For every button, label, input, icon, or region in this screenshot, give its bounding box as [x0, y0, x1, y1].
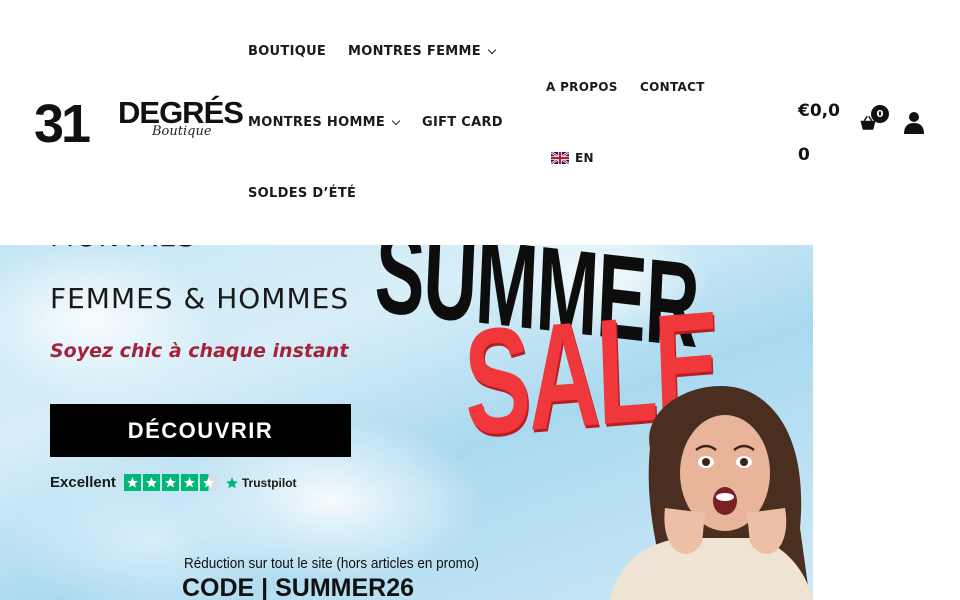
star-half-icon — [199, 474, 217, 491]
nav-a-propos[interactable]: A PROPOS — [546, 80, 618, 94]
nav-label: A PROPOS — [546, 80, 618, 94]
rating-label: Excellent — [50, 474, 116, 491]
cart-total[interactable]: €0,00 — [798, 89, 848, 177]
user-icon[interactable] — [902, 110, 926, 134]
cart-button[interactable]: 0 — [859, 105, 893, 133]
site-logo[interactable]: 31 DEGRÉS Boutique — [34, 94, 244, 154]
promo-note: Réduction sur tout le site (hors article… — [184, 555, 479, 572]
trustpilot-rating[interactable]: Excellent Trustpilot — [50, 474, 297, 491]
language-switcher[interactable]: EN — [551, 151, 594, 165]
star-icon — [142, 474, 160, 491]
nav-label: MONTRES HOMME — [248, 115, 386, 130]
star-icon — [180, 474, 198, 491]
rating-stars — [123, 474, 217, 491]
hero-title: FEMMES & HOMMES — [50, 282, 350, 315]
trustpilot-logo: Trustpilot — [225, 476, 297, 490]
nav-label: SOLDES D’ÉTÉ — [248, 186, 357, 201]
star-icon — [161, 474, 179, 491]
nav-label: BOUTIQUE — [248, 44, 327, 59]
trustpilot-star-icon — [226, 476, 238, 488]
trustpilot-brand: Trustpilot — [241, 475, 297, 490]
star-icon — [123, 474, 141, 491]
logo-number: 31 — [34, 94, 91, 154]
language-label: EN — [575, 151, 594, 165]
cart-count-badge: 0 — [871, 105, 889, 123]
hero-banner: MONTRES FEMMES & HOMMES Soyez chic à cha… — [0, 200, 813, 600]
nav-gift-card[interactable]: GIFT CARD — [422, 115, 503, 130]
hero-tagline: Soyez chic à chaque instant — [50, 340, 349, 362]
logo-script: Boutique — [152, 124, 212, 139]
surprised-woman-image — [610, 386, 813, 600]
nav-contact[interactable]: CONTACT — [640, 80, 705, 94]
uk-flag-icon — [551, 152, 569, 164]
promo-code: CODE | SUMMER26 — [182, 574, 415, 600]
nav-montres-homme[interactable]: MONTRES HOMME — [248, 115, 401, 130]
nav-label: CONTACT — [640, 80, 705, 94]
chevron-down-icon — [391, 116, 401, 125]
site-header: 31 DEGRÉS Boutique BOUTIQUE MONTRES FEMM… — [0, 0, 960, 245]
nav-label: MONTRES FEMME — [348, 44, 481, 59]
nav-montres-femme[interactable]: MONTRES FEMME — [348, 44, 497, 59]
nav-boutique[interactable]: BOUTIQUE — [248, 44, 326, 59]
nav-label: GIFT CARD — [422, 115, 503, 130]
chevron-down-icon — [487, 45, 497, 54]
discover-button[interactable]: DÉCOUVRIR — [50, 404, 351, 457]
nav-soldes[interactable]: SOLDES D’ÉTÉ — [248, 186, 356, 201]
